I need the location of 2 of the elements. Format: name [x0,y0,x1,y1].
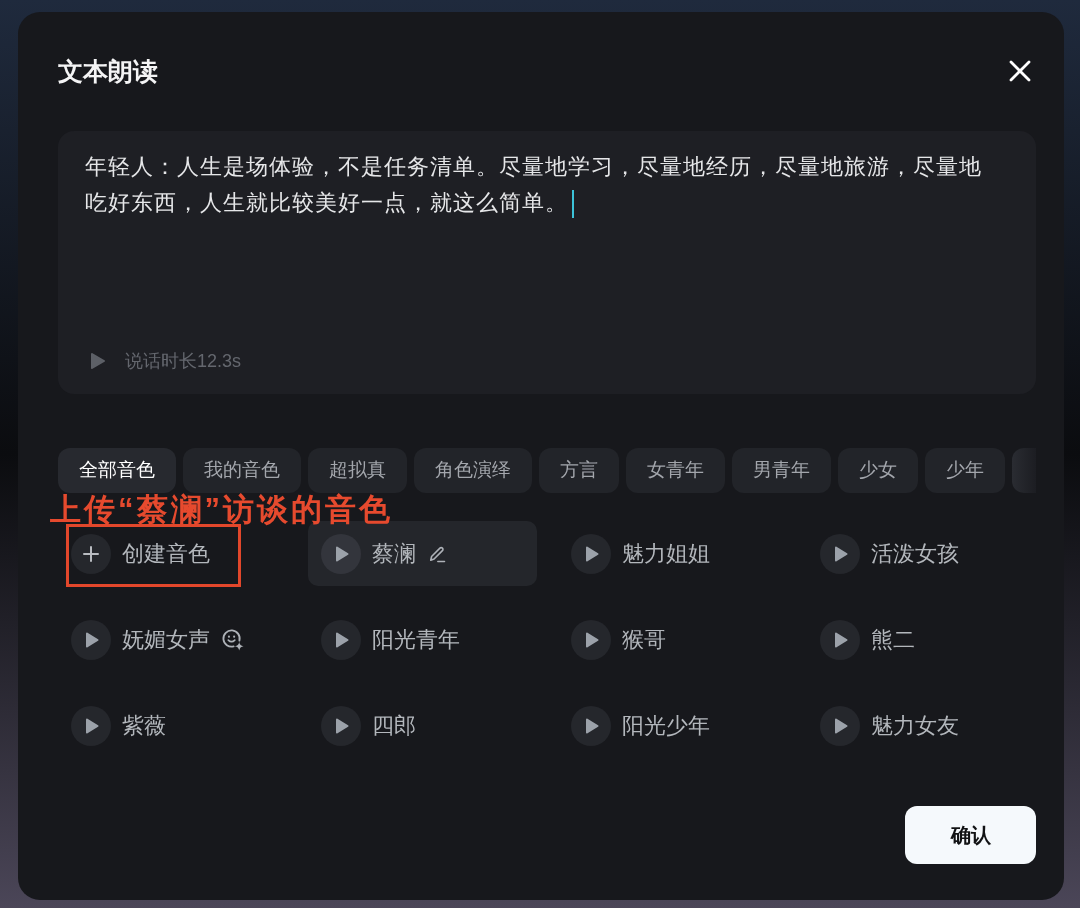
dialog-title: 文本朗读 [58,56,158,87]
duration-label: 说话时长12.3s [125,350,242,373]
